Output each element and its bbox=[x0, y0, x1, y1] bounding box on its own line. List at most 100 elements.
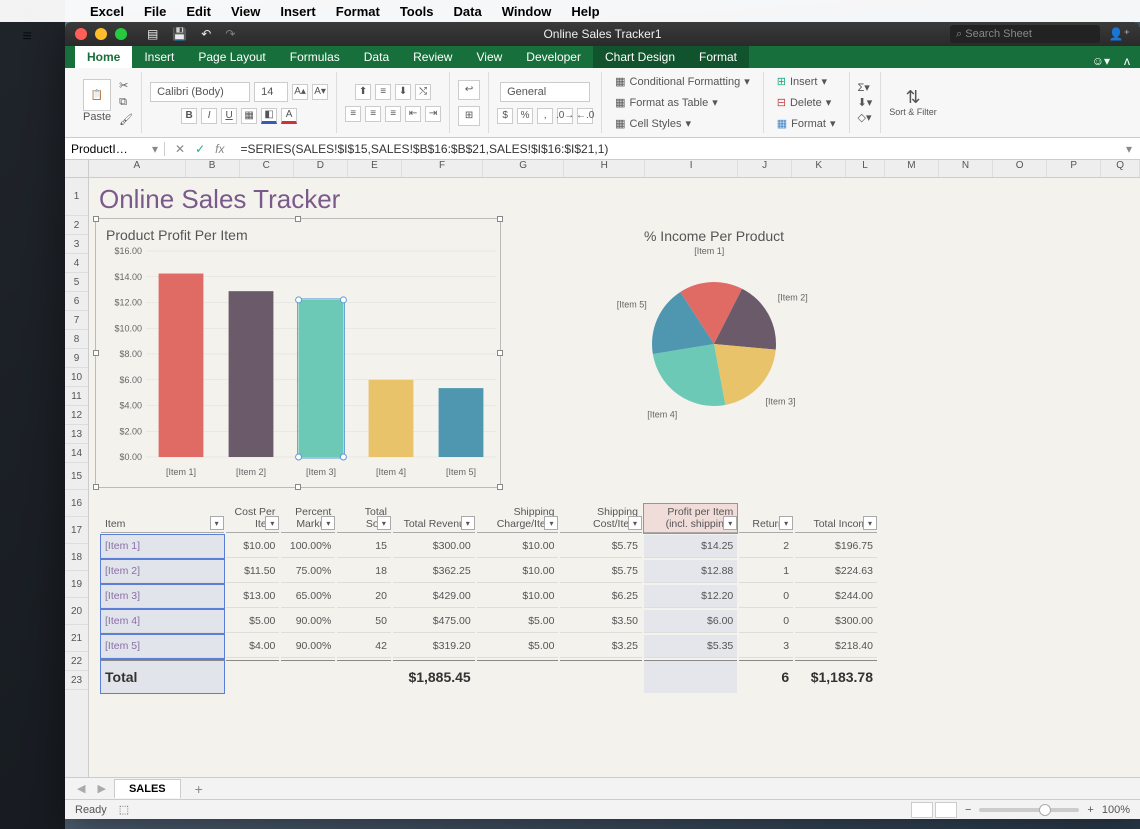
table-header[interactable]: Total Revenue▾ bbox=[393, 504, 475, 533]
row-header[interactable]: 3 bbox=[65, 235, 88, 254]
paste-icon[interactable]: 📋 bbox=[83, 79, 111, 111]
decrease-decimal-icon[interactable]: ←.0 bbox=[577, 108, 593, 124]
macro-record-icon[interactable]: ⬚ bbox=[119, 803, 129, 816]
formula-input[interactable]: =SERIES(SALES!$I$15,SALES!$B$16:$B$21,SA… bbox=[234, 142, 1118, 156]
row-header[interactable]: 20 bbox=[65, 598, 88, 625]
align-top-icon[interactable]: ⬆ bbox=[355, 84, 371, 100]
font-name-select[interactable]: Calibri (Body) bbox=[150, 82, 250, 102]
row-header[interactable]: 1 bbox=[65, 178, 88, 216]
expand-formula-icon[interactable]: ▾ bbox=[1118, 142, 1140, 156]
tab-chart-design[interactable]: Chart Design bbox=[593, 46, 687, 68]
font-color-button[interactable]: A bbox=[281, 108, 297, 124]
currency-icon[interactable]: $ bbox=[497, 108, 513, 124]
row-header[interactable]: 7 bbox=[65, 311, 88, 330]
table-cell[interactable]: 0 bbox=[739, 610, 793, 633]
qat-workbook-icon[interactable]: ▤ bbox=[147, 27, 158, 41]
minimize-button[interactable] bbox=[95, 28, 107, 40]
row-headers[interactable]: 1234567891011121314151617181920212223 bbox=[65, 178, 89, 777]
table-cell[interactable]: 90.00% bbox=[281, 635, 335, 658]
border-button[interactable]: ▦ bbox=[241, 108, 257, 124]
select-all-corner[interactable] bbox=[65, 160, 89, 178]
table-cell[interactable]: $3.50 bbox=[560, 610, 642, 633]
sheet-prev-icon[interactable]: ◀ bbox=[73, 782, 89, 795]
column-headers[interactable]: ABCDEFGHIJKLMNOPQ bbox=[89, 160, 1140, 178]
zoom-button[interactable] bbox=[115, 28, 127, 40]
row-header[interactable]: 14 bbox=[65, 444, 88, 463]
menu-help[interactable]: Help bbox=[571, 4, 599, 19]
font-size-select[interactable]: 14 bbox=[254, 82, 288, 102]
row-header[interactable]: 12 bbox=[65, 406, 88, 425]
table-cell[interactable]: $5.00 bbox=[477, 635, 559, 658]
col-header[interactable]: I bbox=[645, 160, 738, 177]
table-cell[interactable]: $10.00 bbox=[226, 535, 280, 558]
menu-window[interactable]: Window bbox=[502, 4, 552, 19]
table-header[interactable]: Item▾ bbox=[101, 504, 224, 533]
row-header[interactable]: 6 bbox=[65, 292, 88, 311]
zoom-slider[interactable] bbox=[979, 808, 1079, 812]
increase-indent-icon[interactable]: ⇥ bbox=[425, 106, 441, 122]
table-cell[interactable]: 6 bbox=[739, 660, 793, 693]
row-header[interactable]: 22 bbox=[65, 652, 88, 671]
table-cell[interactable]: [Item 2] bbox=[101, 560, 224, 583]
format-cells-button[interactable]: ▦ Format ▾ bbox=[772, 114, 841, 133]
name-box[interactable]: ProductI…▾ bbox=[65, 142, 165, 156]
save-icon[interactable]: 💾 bbox=[172, 27, 187, 41]
table-cell[interactable]: $12.88 bbox=[644, 560, 737, 583]
table-cell[interactable]: $429.00 bbox=[393, 585, 475, 608]
bar-chart[interactable]: Product Profit Per Item $0.00$2.00$4.00$… bbox=[95, 218, 501, 488]
search-sheet-input[interactable]: ⌕ Search Sheet bbox=[950, 25, 1100, 43]
table-cell[interactable]: $196.75 bbox=[795, 535, 877, 558]
sort-filter-icon[interactable]: ⇅ bbox=[889, 87, 937, 108]
align-center-icon[interactable]: ≡ bbox=[365, 106, 381, 122]
table-cell[interactable]: Total bbox=[101, 660, 224, 693]
row-header[interactable]: 8 bbox=[65, 330, 88, 349]
enter-formula-icon[interactable]: ✓ bbox=[195, 142, 205, 156]
fill-color-button[interactable]: ◧ bbox=[261, 108, 277, 124]
table-cell[interactable]: $10.00 bbox=[477, 535, 559, 558]
tab-home[interactable]: Home bbox=[75, 46, 132, 68]
table-cell[interactable]: $11.50 bbox=[226, 560, 280, 583]
align-bottom-icon[interactable]: ⬇ bbox=[395, 84, 411, 100]
col-header[interactable]: F bbox=[402, 160, 483, 177]
format-as-table-button[interactable]: ▦ Format as Table ▾ bbox=[610, 93, 723, 112]
table-cell[interactable]: $5.75 bbox=[560, 560, 642, 583]
align-right-icon[interactable]: ≡ bbox=[385, 106, 401, 122]
table-header[interactable]: Cost Per Item▾ bbox=[226, 504, 280, 533]
row-header[interactable]: 21 bbox=[65, 625, 88, 652]
table-cell[interactable]: [Item 3] bbox=[101, 585, 224, 608]
col-header[interactable]: O bbox=[993, 160, 1047, 177]
cut-icon[interactable]: ✂ bbox=[119, 79, 133, 92]
collapse-ribbon-icon[interactable]: ʌ bbox=[1124, 54, 1130, 68]
col-header[interactable]: C bbox=[240, 160, 294, 177]
zoom-level[interactable]: 100% bbox=[1102, 804, 1130, 816]
filter-icon[interactable]: ▾ bbox=[544, 516, 558, 530]
filter-icon[interactable]: ▾ bbox=[461, 516, 475, 530]
redo-icon[interactable]: ↷ bbox=[225, 27, 235, 41]
col-header[interactable]: G bbox=[483, 160, 564, 177]
filter-icon[interactable]: ▾ bbox=[628, 516, 642, 530]
table-cell[interactable]: 75.00% bbox=[281, 560, 335, 583]
table-cell[interactable]: $300.00 bbox=[393, 535, 475, 558]
close-button[interactable] bbox=[75, 28, 87, 40]
table-cell[interactable]: $6.00 bbox=[644, 610, 737, 633]
row-header[interactable]: 18 bbox=[65, 544, 88, 571]
filter-icon[interactable]: ▾ bbox=[377, 516, 391, 530]
filter-icon[interactable]: ▾ bbox=[723, 516, 737, 530]
filter-icon[interactable]: ▾ bbox=[210, 516, 224, 530]
wrap-text-icon[interactable]: ↩ bbox=[458, 80, 480, 100]
delete-cells-button[interactable]: ⊟ Delete ▾ bbox=[772, 93, 837, 112]
table-cell[interactable]: 3 bbox=[739, 635, 793, 658]
table-header[interactable]: Total Income▾ bbox=[795, 504, 877, 533]
account-icon[interactable]: ☺▾ bbox=[1092, 54, 1110, 68]
sheet-tab-sales[interactable]: SALES bbox=[114, 779, 181, 798]
row-header[interactable]: 9 bbox=[65, 349, 88, 368]
menu-file[interactable]: File bbox=[144, 4, 166, 19]
table-cell[interactable]: $14.25 bbox=[644, 535, 737, 558]
col-header[interactable]: H bbox=[564, 160, 645, 177]
col-header[interactable]: Q bbox=[1101, 160, 1140, 177]
menu-insert[interactable]: Insert bbox=[280, 4, 315, 19]
percent-icon[interactable]: % bbox=[517, 108, 533, 124]
row-header[interactable]: 13 bbox=[65, 425, 88, 444]
table-cell[interactable]: $3.25 bbox=[560, 635, 642, 658]
row-header[interactable]: 10 bbox=[65, 368, 88, 387]
